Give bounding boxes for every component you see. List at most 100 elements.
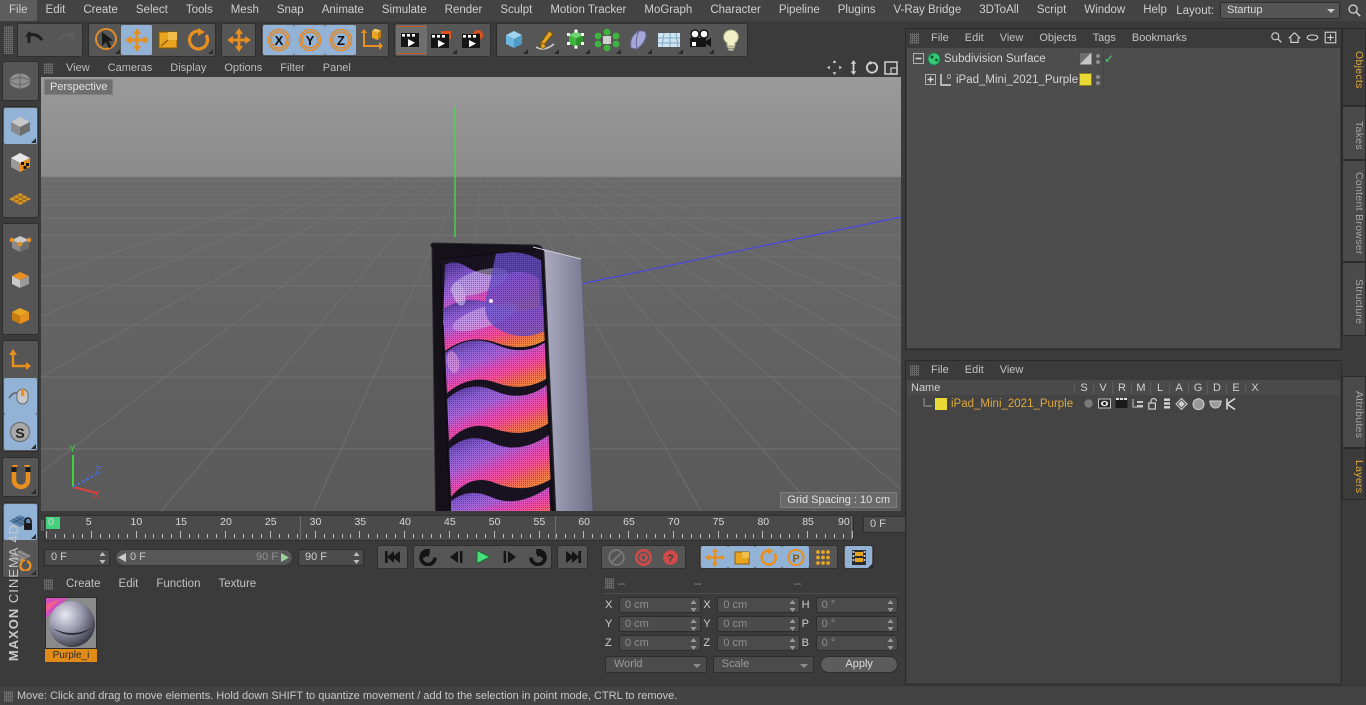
make-editable-button[interactable] — [3, 108, 37, 144]
rot-h-field[interactable]: 0 ° — [815, 597, 898, 613]
menu-item-character[interactable]: Character — [701, 0, 770, 21]
spinner-icon[interactable] — [789, 638, 796, 650]
key-parameter-button[interactable]: P — [782, 546, 809, 568]
axis-modify-button[interactable] — [4, 342, 37, 378]
home-icon[interactable] — [1288, 31, 1301, 44]
viewport-menu-display[interactable]: Display — [161, 59, 215, 77]
solo-icon[interactable] — [1083, 398, 1094, 409]
viewport-menu-panel[interactable]: Panel — [314, 59, 360, 77]
spinner-icon[interactable] — [690, 600, 697, 612]
go-to-end-button[interactable] — [559, 546, 586, 568]
enabled-check-icon[interactable]: ✓ — [1104, 53, 1114, 65]
viewport-canvas[interactable]: Perspective Grid Spacing : 10 cm Y X Z — [41, 77, 901, 511]
pos-z-field[interactable]: 0 cm — [619, 635, 702, 651]
display-tag-icon[interactable] — [1079, 52, 1092, 65]
key-pla-button[interactable] — [809, 546, 836, 568]
play-button[interactable] — [469, 546, 496, 568]
layer-color-swatch[interactable] — [935, 397, 947, 410]
dolly-view-icon[interactable] — [847, 60, 860, 75]
manager-tree-icon[interactable] — [1132, 398, 1144, 409]
step-back-button[interactable] — [442, 546, 469, 568]
menu-item-animate[interactable]: Animate — [313, 0, 373, 21]
tab-layers[interactable]: Layers — [1342, 448, 1366, 500]
object-row-ipad[interactable]: 0 iPad_Mini_2021_Purple — [907, 69, 1340, 90]
add-deformer-button[interactable] — [622, 25, 653, 55]
new-layer-icon[interactable] — [1324, 31, 1337, 44]
material-grip[interactable] — [44, 578, 53, 590]
add-generator-button[interactable] — [560, 25, 591, 55]
range-left-arrow-icon[interactable] — [118, 552, 127, 562]
menu-item-window[interactable]: Window — [1075, 0, 1134, 21]
rot-p-field[interactable]: 0 ° — [815, 616, 898, 632]
object-manager-menu-view[interactable]: View — [992, 29, 1032, 47]
menu-item-script[interactable]: Script — [1028, 0, 1075, 21]
spinner-icon[interactable] — [690, 638, 697, 650]
go-to-start-button[interactable] — [379, 546, 406, 568]
object-manager-menu-file[interactable]: File — [923, 29, 957, 47]
step-forward-button[interactable] — [496, 546, 523, 568]
layer-row[interactable]: iPad_Mini_2021_Purple — [907, 395, 1340, 412]
material-name-label[interactable]: Purple_i — [45, 649, 97, 662]
visibility-dots[interactable] — [1096, 53, 1100, 64]
range-right-arrow-icon[interactable] — [281, 552, 290, 562]
timeline-ruler[interactable]: 0 5 10 15 20 25 30 35 40 45 50 55 60 65 70 75 80 85 90 — [44, 515, 854, 541]
visibility-dots[interactable] — [1096, 74, 1100, 85]
menu-item-help[interactable]: Help — [1134, 0, 1176, 21]
add-array-button[interactable] — [591, 25, 622, 55]
status-grip[interactable] — [4, 690, 13, 702]
material-menu-texture[interactable]: Texture — [209, 573, 265, 595]
spinner-icon[interactable] — [690, 619, 697, 631]
size-y-field[interactable]: 0 cm — [717, 616, 800, 632]
ellipse-icon[interactable] — [1306, 31, 1319, 44]
menu-item-tools[interactable]: Tools — [177, 0, 222, 21]
edges-mode-button[interactable] — [4, 261, 37, 297]
polygons-mode-button[interactable] — [4, 297, 37, 333]
viewport-menu-filter[interactable]: Filter — [271, 59, 313, 77]
texture-mode-button[interactable] — [4, 180, 37, 216]
end-frame-field[interactable]: 90 F — [298, 548, 364, 566]
menu-item-v-ray-bridge[interactable]: V-Ray Bridge — [884, 0, 970, 21]
menu-item-file[interactable]: File — [0, 0, 37, 21]
viewport-menu-cameras[interactable]: Cameras — [99, 59, 162, 77]
collapse-icon[interactable] — [913, 53, 924, 64]
animation-bars-icon[interactable] — [1163, 398, 1171, 410]
viewport-menu-options[interactable]: Options — [215, 59, 271, 77]
add-scene-object-button[interactable] — [653, 25, 684, 55]
timeline-toggle-button[interactable] — [845, 546, 872, 568]
live-selection-tool[interactable] — [90, 25, 121, 55]
toolbar-grip[interactable] — [4, 26, 13, 54]
pos-y-field[interactable]: 0 cm — [619, 616, 702, 632]
tab-takes[interactable]: Takes — [1342, 106, 1366, 160]
menu-item-sculpt[interactable]: Sculpt — [491, 0, 541, 21]
xpresso-icon[interactable] — [1226, 397, 1237, 410]
model-mode-button[interactable] — [4, 144, 37, 180]
render-clapper-icon[interactable] — [1115, 398, 1128, 409]
render-to-picture-viewer-button[interactable] — [427, 25, 458, 55]
spinner-icon[interactable] — [99, 551, 106, 564]
spinner-icon[interactable] — [789, 619, 796, 631]
axis-x-lock[interactable]: X — [263, 25, 294, 55]
add-cube-button[interactable] — [498, 25, 529, 55]
menu-item-mesh[interactable]: Mesh — [222, 0, 268, 21]
spinner-icon[interactable] — [353, 551, 360, 564]
search-icon[interactable] — [1270, 31, 1283, 44]
menu-item-motion-tracker[interactable]: Motion Tracker — [541, 0, 635, 21]
layer-manager-grip[interactable] — [910, 364, 919, 376]
key-rotation-button[interactable] — [755, 546, 782, 568]
tab-attributes[interactable]: Attributes — [1342, 376, 1366, 448]
coordinates-grip[interactable] — [605, 578, 614, 589]
go-to-next-key-button[interactable] — [523, 546, 550, 568]
coordinate-mode-dropdown[interactable]: Scale — [712, 656, 815, 673]
menu-item-select[interactable]: Select — [127, 0, 177, 21]
object-tree[interactable]: Subdivision Surface ✓ 0 iPad_Mini_2021_P… — [907, 48, 1340, 348]
expression-bowl-icon[interactable] — [1209, 399, 1222, 409]
key-position-button[interactable] — [701, 546, 728, 568]
undo-button[interactable] — [19, 25, 50, 55]
pos-x-field[interactable]: 0 cm — [619, 597, 702, 613]
spinner-icon[interactable] — [887, 619, 894, 631]
tab-objects[interactable]: Objects — [1342, 28, 1366, 106]
apply-button[interactable]: Apply — [820, 656, 899, 673]
viewport-menu-view[interactable]: View — [57, 59, 99, 77]
object-row-subdivision-surface[interactable]: Subdivision Surface ✓ — [907, 48, 1340, 69]
timeline-range-slider[interactable]: 0 F 90 F — [115, 548, 293, 566]
